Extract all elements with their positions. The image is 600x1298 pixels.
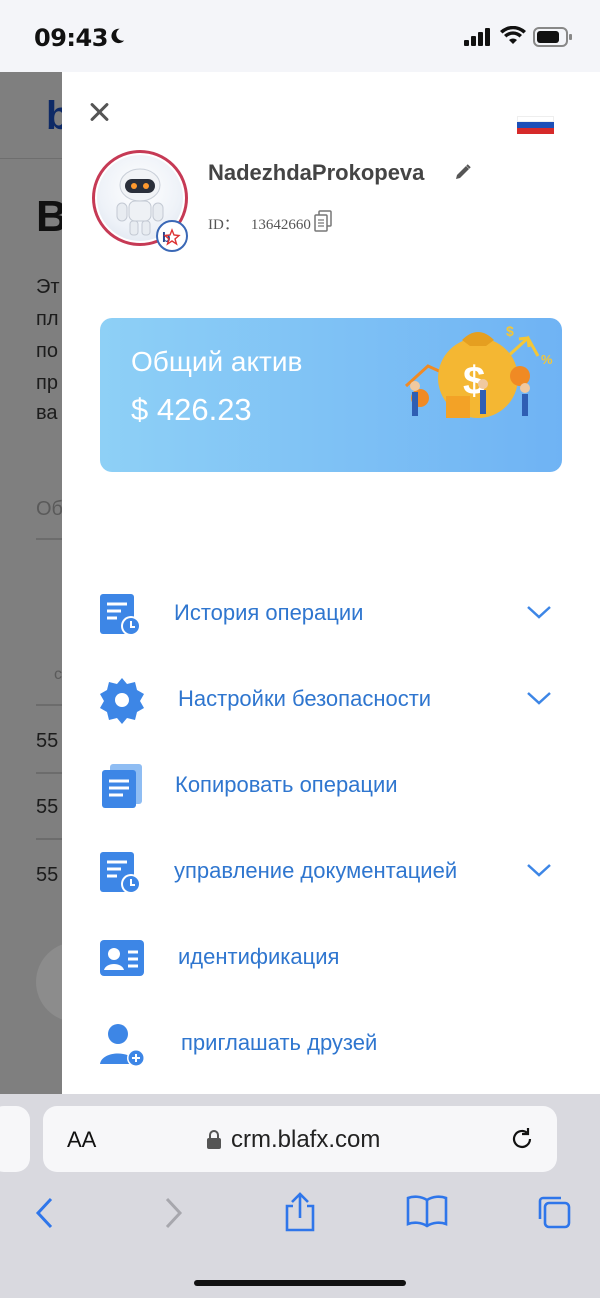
browser-toolbar: AA crm.blafx.com <box>0 1094 600 1298</box>
forward-icon[interactable] <box>164 1196 184 1230</box>
home-indicator <box>194 1280 406 1286</box>
total-asset-label: Общий актив <box>131 346 303 377</box>
copy-icon[interactable] <box>314 210 332 232</box>
share-icon[interactable] <box>283 1192 317 1232</box>
paragraph-line: по <box>36 340 58 362</box>
close-icon[interactable] <box>88 100 112 124</box>
edit-pencil-icon[interactable] <box>454 163 472 181</box>
paragraph-line: Эт <box>36 276 60 298</box>
copy-docs-icon <box>102 764 142 808</box>
user-id: ID： 13642660 <box>208 213 323 234</box>
paragraph-line: пл <box>36 308 59 330</box>
menu-item-invite-friends[interactable]: приглашать друзей <box>98 1020 558 1070</box>
username: NadezhdaProkopeva <box>208 160 425 185</box>
brand-badge-icon: b <box>156 220 188 252</box>
table-row: 55 <box>36 730 59 752</box>
menu-item-label: Настройки безопасности <box>178 686 432 711</box>
back-icon[interactable] <box>34 1196 54 1230</box>
chevron-down-icon[interactable] <box>526 862 552 878</box>
aa-label: AA <box>67 1127 97 1152</box>
menu-item-label: История операции <box>174 600 364 625</box>
menu-item-label: управление документацией <box>174 858 458 883</box>
battery-icon <box>533 27 572 47</box>
side-drawer: b NadezhdaProkopeva ID： 13642660 Общий ак… <box>62 72 600 1094</box>
signal-icon <box>464 28 490 46</box>
chevron-down-icon[interactable] <box>526 690 552 706</box>
table-row: 55 <box>36 864 59 886</box>
menu-item-identification[interactable]: идентификация <box>98 934 558 984</box>
menu-item-label: приглашать друзей <box>181 1030 378 1055</box>
tab-label: Об <box>36 498 64 520</box>
bookmarks-icon[interactable] <box>406 1194 448 1228</box>
russian-flag-icon[interactable] <box>517 116 554 134</box>
previous-tab[interactable] <box>0 1106 30 1172</box>
reader-settings-button[interactable]: AA <box>67 1127 96 1153</box>
gear-icon <box>100 678 144 724</box>
total-asset-value: $ 426.23 <box>131 392 252 427</box>
money-bag-illustration: $ $ % <box>404 323 553 418</box>
menu-item-operation-history[interactable]: История операции <box>98 590 558 640</box>
menu-item-label: идентификация <box>178 944 340 969</box>
url-text: crm.blafx.com <box>231 1126 381 1153</box>
svg-text:$: $ <box>506 323 514 339</box>
history-doc-icon <box>100 594 141 636</box>
status-time: 09:43 <box>34 24 108 52</box>
menu-item-copy-operations[interactable]: Копировать операции <box>98 762 558 812</box>
status-bar: 09:43 <box>0 0 600 72</box>
doc-clock-icon <box>100 852 141 894</box>
user-id-value: 13642660 <box>250 217 311 233</box>
paragraph-line: ва <box>36 402 58 424</box>
user-id-label: ID： <box>208 217 239 233</box>
chevron-down-icon[interactable] <box>526 604 552 620</box>
lock-icon <box>207 1130 221 1149</box>
id-card-icon <box>100 940 144 976</box>
table-row: 55 <box>36 796 59 818</box>
total-asset-card[interactable]: Общий актив $ 426.23 $ $ % <box>100 318 562 472</box>
table-header: с <box>54 666 62 683</box>
menu-item-label: Копировать операции <box>175 772 398 797</box>
svg-text:%: % <box>541 352 553 367</box>
wifi-icon <box>500 26 526 44</box>
menu-item-security-settings[interactable]: Настройки безопасности <box>98 676 558 726</box>
moon-icon <box>111 28 125 44</box>
reload-icon[interactable] <box>509 1126 535 1152</box>
tabs-icon[interactable] <box>536 1194 572 1230</box>
paragraph-line: пр <box>36 372 58 394</box>
menu-item-document-management[interactable]: управление документацией <box>98 848 558 898</box>
address-bar[interactable]: AA crm.blafx.com <box>43 1106 557 1172</box>
add-user-icon <box>100 1024 145 1067</box>
